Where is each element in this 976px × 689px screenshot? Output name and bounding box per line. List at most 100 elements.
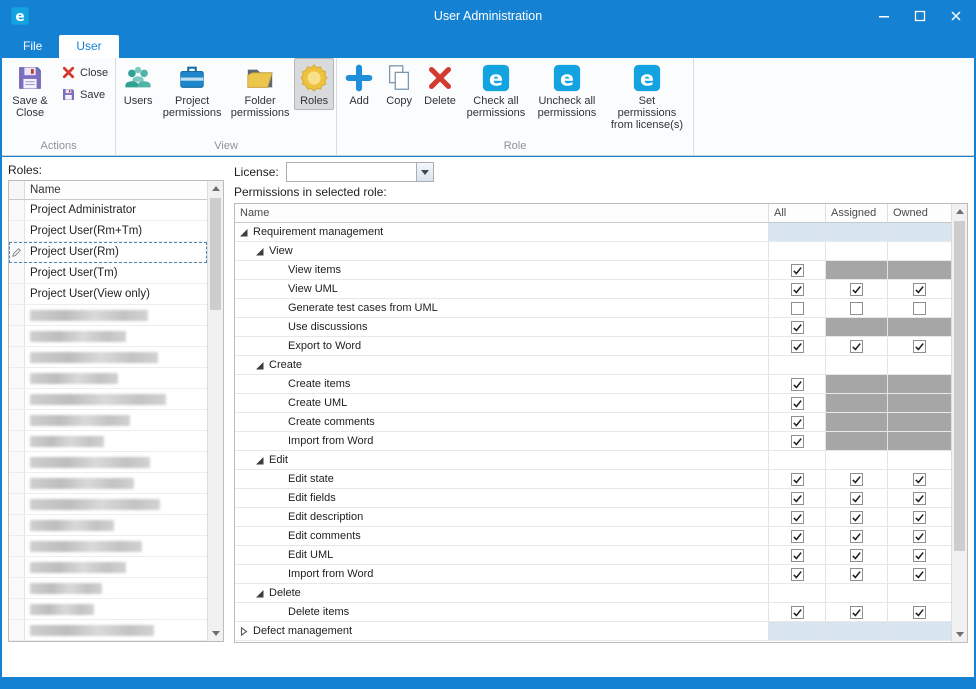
permission-group-row[interactable]: Delete — [235, 584, 951, 603]
role-row-redacted[interactable] — [9, 410, 207, 431]
assigned-checkbox[interactable] — [850, 530, 863, 543]
save-and-close-button[interactable]: Save & Close — [4, 58, 56, 122]
role-row-redacted[interactable] — [9, 494, 207, 515]
owned-checkbox[interactable] — [913, 302, 926, 315]
scroll-up-icon[interactable] — [208, 181, 223, 196]
permission-row[interactable]: View UML — [235, 280, 951, 299]
permission-group-row[interactable]: Edit — [235, 451, 951, 470]
minimize-button[interactable] — [866, 0, 902, 32]
column-header-owned[interactable]: Owned — [887, 204, 951, 222]
assigned-checkbox[interactable] — [850, 492, 863, 505]
role-row[interactable]: Project User(Tm) — [9, 263, 207, 284]
role-row-redacted[interactable] — [9, 515, 207, 536]
role-row[interactable]: Project Administrator — [9, 200, 207, 221]
all-checkbox[interactable] — [791, 397, 804, 410]
role-row-redacted[interactable] — [9, 389, 207, 410]
save-ribbon-button[interactable]: Save — [58, 86, 111, 103]
all-checkbox[interactable] — [791, 473, 804, 486]
owned-checkbox[interactable] — [913, 568, 926, 581]
permission-row[interactable]: Edit state — [235, 470, 951, 489]
tab-user[interactable]: User — [59, 35, 118, 58]
assigned-checkbox[interactable] — [850, 340, 863, 353]
permission-group-row[interactable]: View — [235, 242, 951, 261]
uncheck-all-permissions-button[interactable]: e Uncheck all permissions — [531, 58, 603, 122]
collapse-icon[interactable] — [255, 456, 264, 465]
assigned-checkbox[interactable] — [850, 283, 863, 296]
all-checkbox[interactable] — [791, 378, 804, 391]
all-checkbox[interactable] — [791, 416, 804, 429]
assigned-checkbox[interactable] — [850, 511, 863, 524]
permission-row[interactable]: View items — [235, 261, 951, 280]
permission-row[interactable]: Export to Word — [235, 337, 951, 356]
permission-row[interactable]: Create comments — [235, 413, 951, 432]
all-checkbox[interactable] — [791, 568, 804, 581]
role-row-redacted[interactable] — [9, 326, 207, 347]
role-row-redacted[interactable] — [9, 620, 207, 641]
maximize-button[interactable] — [902, 0, 938, 32]
roles-button[interactable]: Roles — [294, 58, 334, 110]
role-row[interactable]: Project User(Rm) — [9, 242, 207, 263]
all-checkbox[interactable] — [791, 606, 804, 619]
role-row-redacted[interactable] — [9, 473, 207, 494]
expand-icon[interactable] — [239, 627, 248, 636]
role-row-redacted[interactable] — [9, 305, 207, 326]
chevron-down-icon[interactable] — [416, 163, 433, 181]
role-row-redacted[interactable] — [9, 599, 207, 620]
copy-button[interactable]: Copy — [379, 58, 419, 110]
all-checkbox[interactable] — [791, 511, 804, 524]
all-checkbox[interactable] — [791, 302, 804, 315]
permission-row[interactable]: Create items — [235, 375, 951, 394]
permissions-scroll-track[interactable] — [952, 219, 967, 627]
project-permissions-button[interactable]: Project permissions — [158, 58, 226, 122]
permission-group-row[interactable]: Defect management — [235, 622, 951, 641]
collapse-icon[interactable] — [255, 361, 264, 370]
scroll-down-icon[interactable] — [952, 627, 967, 642]
permission-group-row[interactable]: Requirement management — [235, 223, 951, 242]
permission-row[interactable]: Edit UML — [235, 546, 951, 565]
all-checkbox[interactable] — [791, 530, 804, 543]
owned-checkbox[interactable] — [913, 511, 926, 524]
permission-row[interactable]: Import from Word — [235, 432, 951, 451]
all-checkbox[interactable] — [791, 283, 804, 296]
assigned-checkbox[interactable] — [850, 606, 863, 619]
owned-checkbox[interactable] — [913, 549, 926, 562]
scroll-down-icon[interactable] — [208, 626, 223, 641]
owned-checkbox[interactable] — [913, 283, 926, 296]
role-row[interactable]: Project User(Rm+Tm) — [9, 221, 207, 242]
scroll-up-icon[interactable] — [952, 204, 967, 219]
collapse-icon[interactable] — [255, 247, 264, 256]
role-row-redacted[interactable] — [9, 368, 207, 389]
all-checkbox[interactable] — [791, 321, 804, 334]
permission-group-row[interactable]: Create — [235, 356, 951, 375]
permission-row[interactable]: Use discussions — [235, 318, 951, 337]
all-checkbox[interactable] — [791, 492, 804, 505]
column-header-all[interactable]: All — [768, 204, 825, 222]
roles-scroll-track[interactable] — [208, 196, 223, 626]
role-row-redacted[interactable] — [9, 578, 207, 599]
permission-row[interactable]: Edit comments — [235, 527, 951, 546]
assigned-checkbox[interactable] — [850, 302, 863, 315]
all-checkbox[interactable] — [791, 549, 804, 562]
role-row-redacted[interactable] — [9, 536, 207, 557]
close-button[interactable] — [938, 0, 974, 32]
collapse-icon[interactable] — [255, 589, 264, 598]
close-ribbon-button[interactable]: Close — [58, 64, 111, 81]
role-row-redacted[interactable] — [9, 452, 207, 473]
permissions-scrollbar[interactable] — [951, 204, 967, 642]
owned-checkbox[interactable] — [913, 530, 926, 543]
permission-row[interactable]: Import from Word — [235, 565, 951, 584]
assigned-checkbox[interactable] — [850, 549, 863, 562]
license-select[interactable] — [286, 162, 434, 182]
delete-button[interactable]: Delete — [419, 58, 461, 110]
roles-scrollbar[interactable] — [207, 181, 223, 641]
role-row[interactable]: Project User(View only) — [9, 284, 207, 305]
folder-permissions-button[interactable]: Folder permissions — [226, 58, 294, 122]
all-checkbox[interactable] — [791, 340, 804, 353]
role-row-redacted[interactable] — [9, 347, 207, 368]
owned-checkbox[interactable] — [913, 340, 926, 353]
permission-row[interactable]: Edit fields — [235, 489, 951, 508]
users-button[interactable]: Users — [118, 58, 158, 110]
roles-scroll-thumb[interactable] — [210, 198, 221, 310]
check-all-permissions-button[interactable]: e Check all permissions — [461, 58, 531, 122]
tab-file[interactable]: File — [6, 35, 59, 58]
